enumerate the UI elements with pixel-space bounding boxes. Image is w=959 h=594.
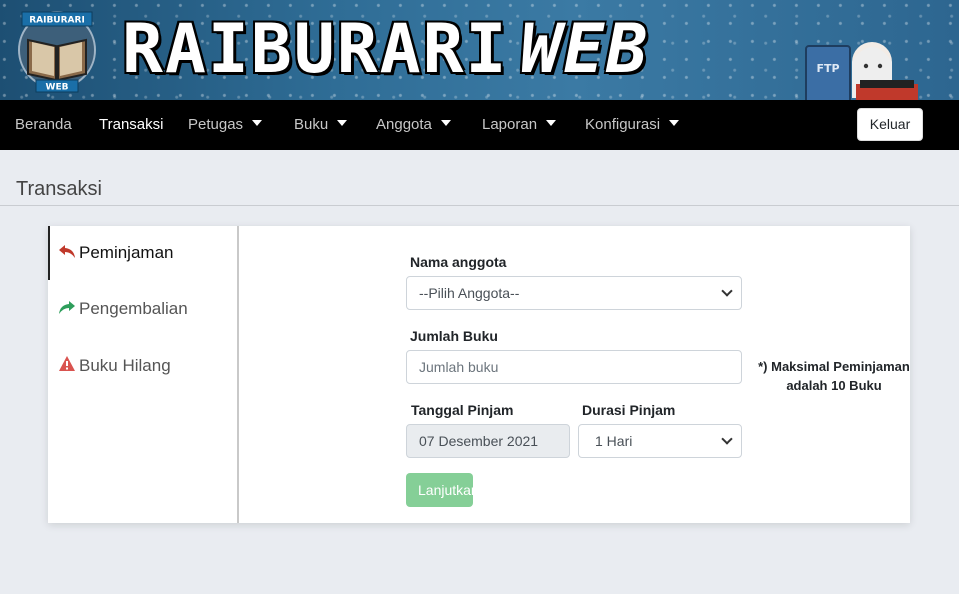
duration-select[interactable]: 1 Hari: [578, 424, 742, 458]
qty-label: Jumlah Buku: [410, 328, 498, 344]
nav-laporan[interactable]: Laporan: [482, 100, 557, 150]
logout-button[interactable]: Keluar: [857, 108, 923, 141]
sidebar-item-label: Peminjaman: [79, 243, 174, 262]
nav-konfigurasi[interactable]: Konfigurasi: [585, 100, 680, 150]
nav-anggota[interactable]: Anggota: [376, 100, 451, 150]
continue-button[interactable]: Lanjutkan: [406, 473, 473, 507]
library-logo[interactable]: RAIBURARI WEB: [14, 6, 100, 94]
warning-triangle-icon: [59, 356, 75, 371]
reply-arrow-icon: [59, 245, 75, 258]
caret-down-icon: [546, 120, 557, 127]
site-title-main: RAIBURARI: [122, 10, 509, 89]
nav-beranda[interactable]: Beranda: [15, 100, 72, 150]
member-label: Nama anggota: [410, 254, 507, 270]
svg-text:RAIBURARI: RAIBURARI: [29, 16, 85, 26]
qty-field: [406, 350, 742, 384]
site-title: RAIBURARI WEB: [122, 10, 649, 90]
nav-petugas[interactable]: Petugas: [188, 100, 263, 150]
duration-label: Durasi Pinjam: [582, 402, 676, 418]
svg-text:WEB: WEB: [46, 83, 69, 93]
sidebar-item-pengembalian[interactable]: Pengembalian: [58, 298, 188, 319]
svg-text:FTP: FTP: [816, 62, 839, 75]
site-title-web: WEB: [520, 10, 650, 89]
transaction-sidebar: Peminjaman Pengembalian Buku Hilang: [48, 226, 239, 523]
sidebar-item-label: Pengembalian: [79, 299, 188, 318]
caret-down-icon: [440, 120, 451, 127]
main-navbar: Beranda Transaksi Petugas Buku Anggota L…: [0, 100, 959, 150]
caret-down-icon: [669, 120, 680, 127]
date-field: 07 Desember 2021: [406, 424, 570, 458]
sidebar-item-buku-hilang[interactable]: Buku Hilang: [58, 355, 171, 376]
header-banner: RAIBURARI WEB RAIBURARI WEB FTP: [0, 0, 959, 100]
sidebar-item-label: Buku Hilang: [79, 356, 171, 375]
page-title: Transaksi: [16, 178, 102, 200]
qty-note: *) Maksimal Peminjaman adalah 10 Buku: [758, 359, 910, 393]
date-label: Tanggal Pinjam: [411, 402, 514, 418]
share-arrow-icon: [59, 301, 75, 314]
caret-down-icon: [337, 120, 348, 127]
mascot-illustration: FTP: [805, 42, 918, 100]
divider: [0, 205, 959, 206]
nav-buku[interactable]: Buku: [294, 100, 348, 150]
chevron-down-icon: [721, 285, 733, 297]
active-indicator: [48, 226, 50, 280]
caret-down-icon: [252, 120, 263, 127]
member-select[interactable]: --Pilih Anggota--: [406, 276, 742, 310]
qty-input[interactable]: [419, 351, 741, 383]
chevron-down-icon: [721, 433, 733, 445]
sidebar-item-peminjaman[interactable]: Peminjaman: [58, 242, 174, 263]
nav-transaksi[interactable]: Transaksi: [99, 100, 163, 150]
